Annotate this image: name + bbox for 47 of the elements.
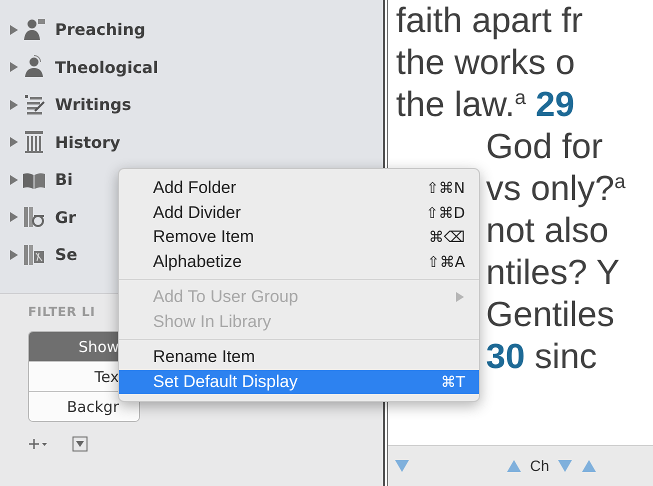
disclosure-triangle-icon[interactable] [9, 248, 19, 261]
disclosure-triangle-icon[interactable] [9, 136, 19, 148]
shortcut-label: ⌘T [440, 372, 465, 391]
add-menu-icon[interactable] [28, 436, 48, 452]
sidebar-item[interactable]: Bi [55, 170, 73, 190]
verse-text: Gentiles [486, 294, 614, 336]
column-icon [22, 130, 46, 154]
shortcut-label: ⌘⌫ [428, 228, 465, 246]
up-triangle-icon[interactable] [581, 459, 598, 473]
verse-text: vs only?$^{a}$ [486, 168, 626, 210]
sidebar-item[interactable]: Se [55, 245, 78, 264]
sidebar-item[interactable]: Theological [55, 58, 158, 77]
up-triangle-icon[interactable] [506, 459, 522, 473]
shortcut-label: ⇧⌘A [427, 252, 465, 271]
filter-heading: FILTER LI [28, 304, 96, 319]
sidebar-item[interactable]: History [55, 132, 120, 152]
verse-text: the law.$^{a}$ 29 [396, 84, 574, 126]
chapter-label: Ch [530, 458, 550, 474]
verse-text: the works o [396, 42, 575, 84]
writing-icon [22, 92, 46, 117]
verse-text: God for [486, 126, 603, 168]
menu-item[interactable]: Add Divider ⇧⌘D [119, 200, 479, 225]
down-triangle-icon[interactable] [394, 459, 410, 473]
panel-toggle-icon[interactable] [70, 436, 90, 452]
sidebar-item[interactable]: Preaching [55, 20, 146, 40]
disclosure-triangle-icon[interactable] [9, 174, 19, 186]
menu-item[interactable]: Alphabetize ⇧⌘A [119, 250, 479, 274]
verse-text: faith apart fr [396, 0, 583, 42]
menu-item[interactable]: Remove Item ⌘⌫ [119, 225, 479, 250]
person-icon [22, 55, 46, 80]
preacher-icon [22, 18, 46, 42]
disclosure-triangle-icon[interactable] [9, 24, 19, 36]
verse-text: ntiles? Y [486, 252, 620, 294]
sidebar-item[interactable]: Writings [55, 95, 132, 114]
menu-item[interactable]: Add Folder ⇧⌘N [119, 176, 479, 200]
down-triangle-icon[interactable] [557, 459, 574, 473]
submenu-arrow-icon [455, 291, 465, 304]
sidebar-item[interactable]: Gr [55, 208, 76, 227]
verse-text: not also [486, 210, 609, 252]
verse-text: 30 sinc [486, 336, 597, 378]
filter-option[interactable]: Backgr [29, 391, 139, 421]
shortcut-label: ⇧⌘N [426, 179, 465, 198]
disclosure-triangle-icon[interactable] [9, 211, 19, 224]
shortcut-label: ⇧⌘D [426, 204, 465, 222]
disclosure-triangle-icon[interactable] [9, 61, 19, 74]
disclosure-triangle-icon[interactable] [9, 98, 19, 111]
menu-item[interactable]: Set Default Display ⌘T [119, 370, 479, 394]
